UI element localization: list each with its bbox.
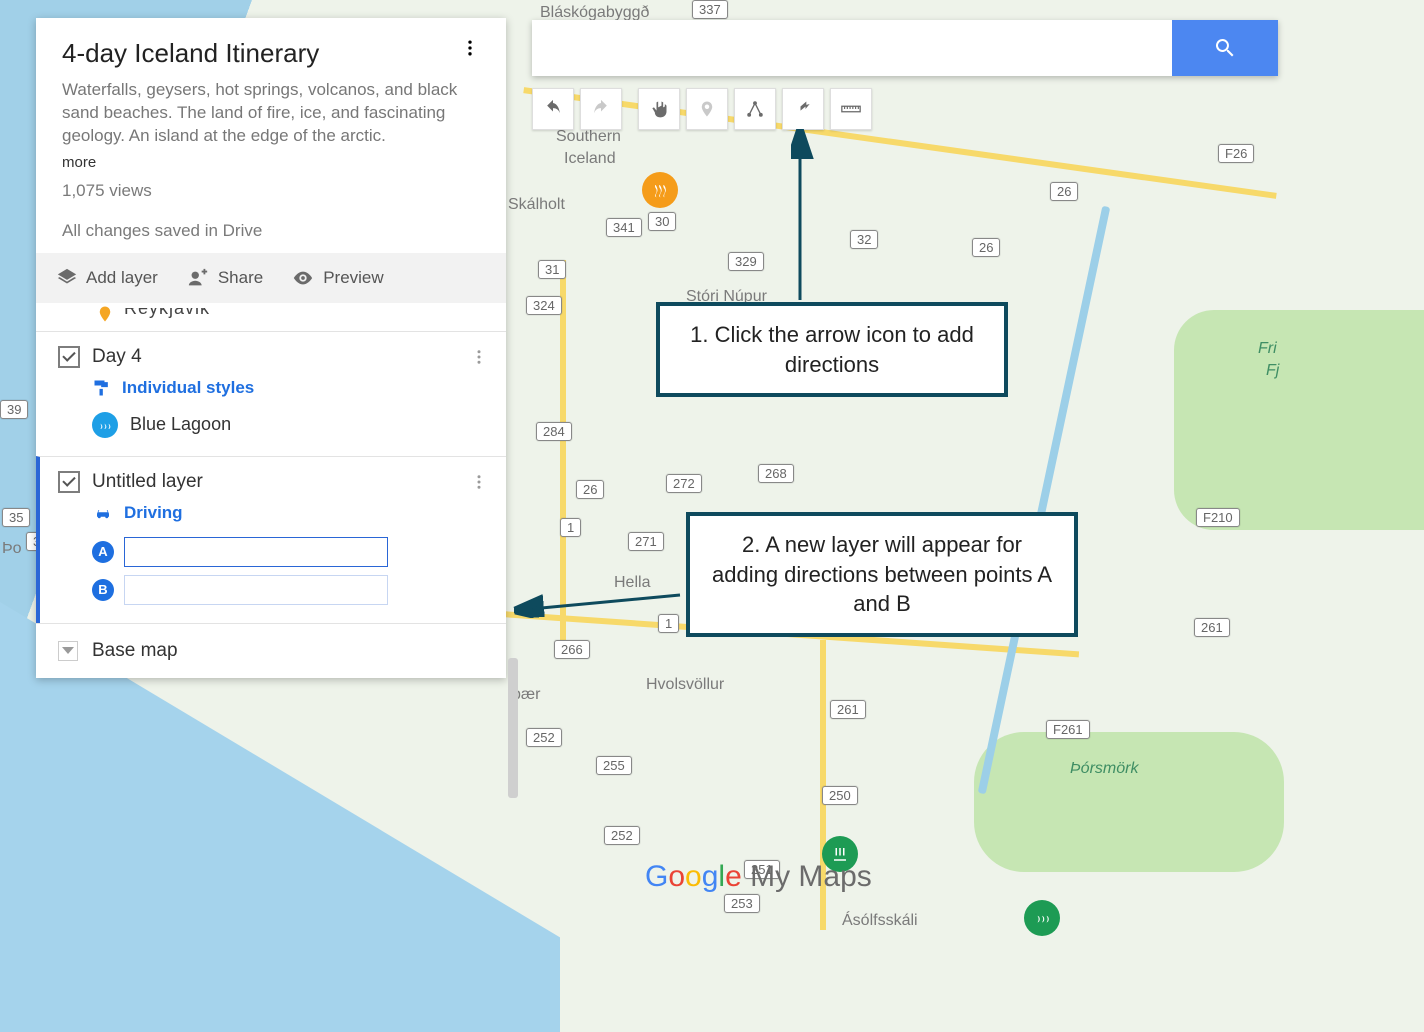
callout-2: 2. A new layer will appear for adding di… [686,512,1078,637]
callout-1: 1. Click the arrow icon to add direction… [656,302,1008,397]
